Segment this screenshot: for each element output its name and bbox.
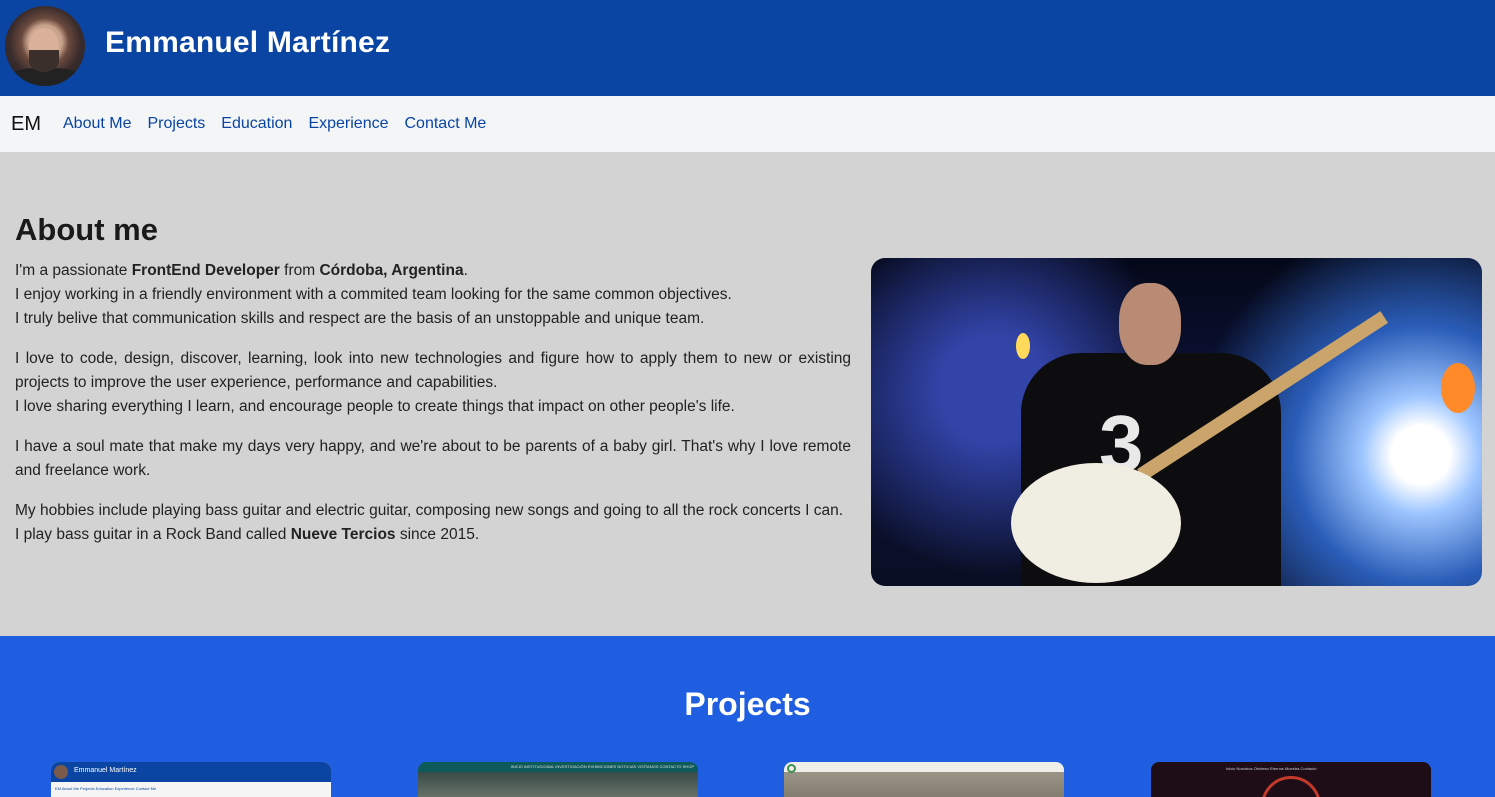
- project-card-dark[interactable]: Inicio Nosotros Otroteso Eternos Muestra…: [1151, 762, 1431, 797]
- text-line: I love to code, design, discover, learni…: [15, 350, 851, 391]
- text-fragment: from: [279, 262, 320, 279]
- text-fragment: since 2015.: [395, 526, 480, 543]
- about-title: About me: [15, 212, 158, 247]
- projects-section: Projects Emmanuel Martínez EM About Me P…: [0, 636, 1495, 797]
- project-thumb-nav: EM About Me Projects Education Experienc…: [55, 786, 157, 791]
- text-fragment: I play bass guitar in a Rock Band called: [15, 526, 291, 543]
- project-card-museum[interactable]: INICIO INSTITUCIONAL INVESTIGACIÓN EXHIB…: [418, 762, 698, 797]
- projects-title: Projects: [684, 686, 811, 722]
- project-thumb-nav: Inicio Nosotros Otroteso Eternos Muestra…: [1226, 766, 1317, 771]
- navbar-links: About Me Projects Education Experience C…: [63, 115, 486, 133]
- nav-link-contact[interactable]: Contact Me: [405, 115, 487, 133]
- nav-link-education[interactable]: Education: [221, 115, 292, 133]
- site-owner-name: Emmanuel Martínez: [105, 26, 391, 59]
- site-header: Emmanuel Martínez: [0, 0, 1495, 96]
- about-paragraph-4: My hobbies include playing bass guitar a…: [15, 499, 851, 547]
- text-fragment: .: [463, 262, 468, 279]
- text-line: I love sharing everything I learn, and e…: [15, 398, 735, 415]
- location-highlight: Córdoba, Argentina: [319, 262, 464, 279]
- main-navbar: EM About Me Projects Education Experienc…: [0, 96, 1495, 152]
- mini-avatar: [54, 765, 68, 779]
- text-line: My hobbies include playing bass guitar a…: [15, 502, 844, 519]
- bass-player-photo: 3: [871, 258, 1482, 586]
- project-thumb-logo: [787, 764, 796, 773]
- navbar-brand[interactable]: EM: [11, 113, 41, 136]
- about-paragraph-1: I'm a passionate FrontEnd Developer from…: [15, 259, 851, 331]
- project-card-landscape[interactable]: [784, 762, 1064, 797]
- about-paragraph-2: I love to code, design, discover, learni…: [15, 347, 851, 419]
- text-fragment: I'm a passionate: [15, 262, 132, 279]
- about-text: I'm a passionate FrontEnd Developer from…: [15, 259, 851, 563]
- text-line: I truly belive that communication skills…: [15, 310, 705, 327]
- role-highlight: FrontEnd Developer: [131, 262, 280, 279]
- nav-link-experience[interactable]: Experience: [308, 115, 388, 133]
- project-thumb-nav: INICIO INSTITUCIONAL INVESTIGACIÓN EXHIB…: [510, 764, 694, 769]
- about-section: About me I'm a passionate FrontEnd Devel…: [0, 152, 1495, 636]
- text-line: I enjoy working in a friendly environmen…: [15, 286, 732, 303]
- nav-link-about[interactable]: About Me: [63, 115, 131, 133]
- project-card-portfolio[interactable]: Emmanuel Martínez EM About Me Projects E…: [51, 762, 331, 797]
- project-thumb-title: Emmanuel Martínez: [74, 767, 137, 774]
- project-thumb-ring: [1261, 776, 1321, 797]
- profile-avatar: [5, 6, 85, 86]
- band-name-highlight: Nueve Tercios: [290, 526, 396, 543]
- nav-link-projects[interactable]: Projects: [147, 115, 205, 133]
- about-paragraph-3: I have a soul mate that make my days ver…: [15, 438, 851, 479]
